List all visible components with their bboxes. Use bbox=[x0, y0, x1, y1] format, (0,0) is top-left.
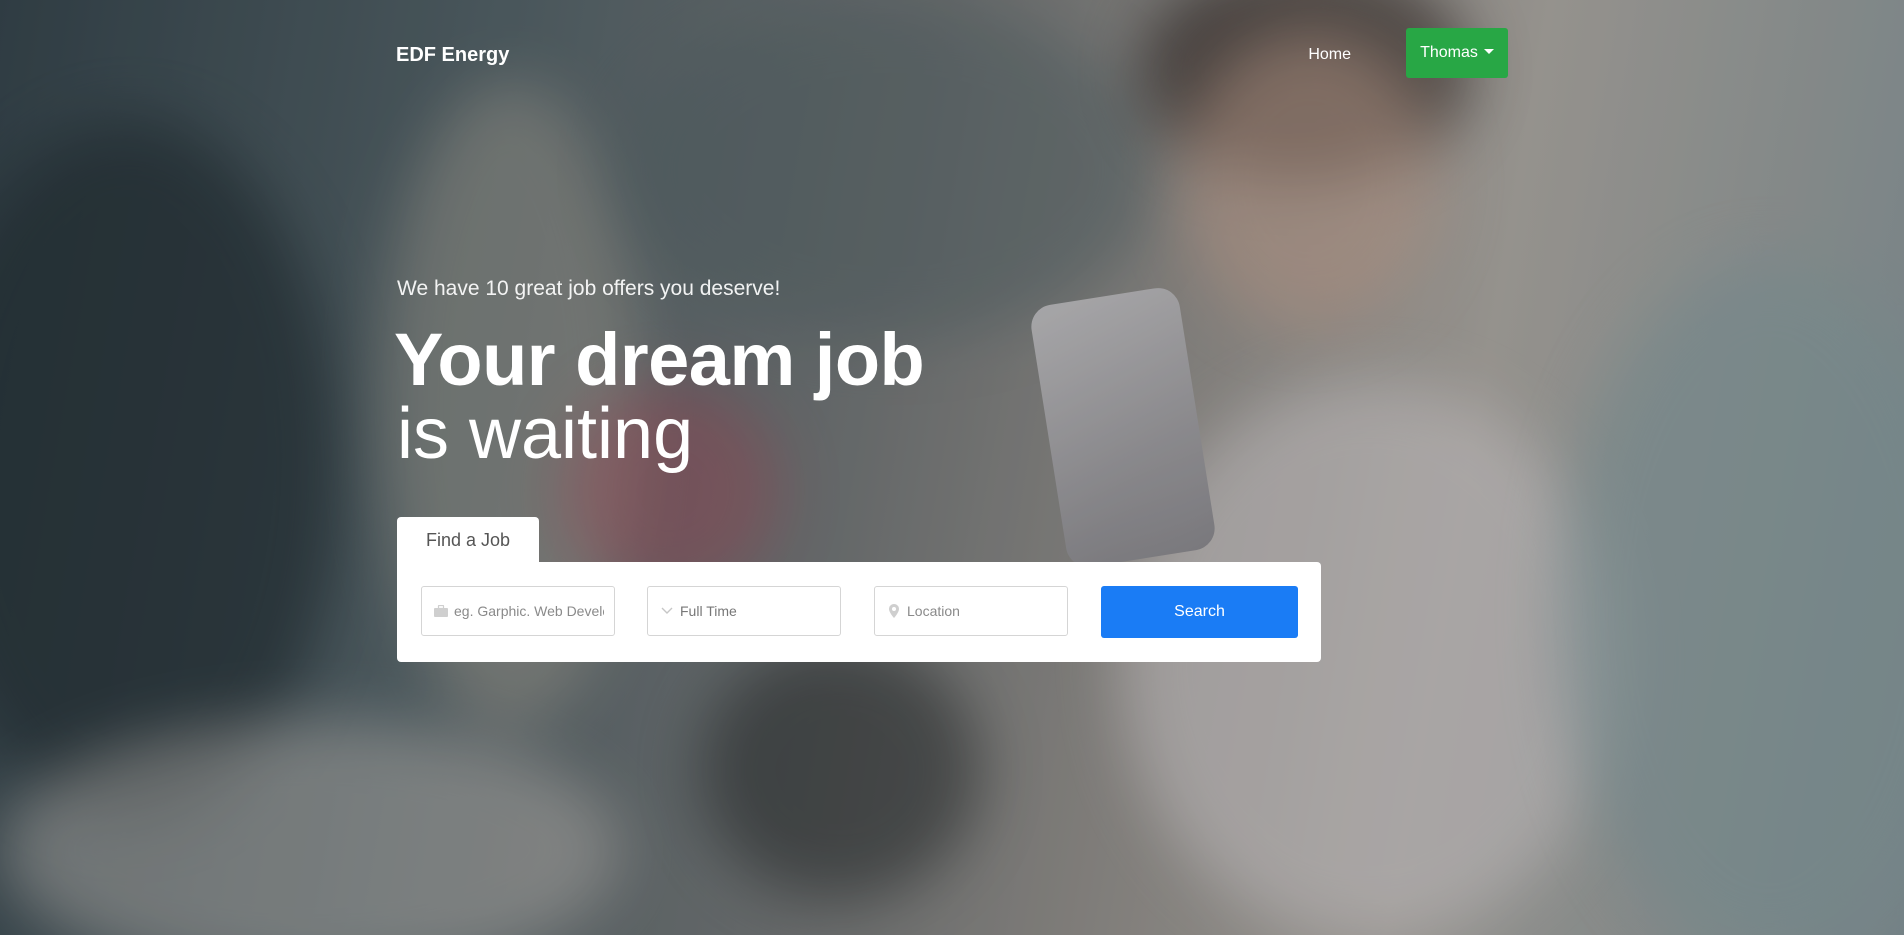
navbar: EDF Energy Home Thomas bbox=[396, 28, 1508, 78]
user-menu-label: Thomas bbox=[1420, 44, 1478, 61]
chevron-down-icon bbox=[658, 607, 676, 615]
keyword-input[interactable] bbox=[454, 603, 604, 619]
brand-logo[interactable]: EDF Energy bbox=[396, 44, 509, 67]
job-search-panel: Full Time Search bbox=[397, 562, 1321, 662]
hero-subheadline: is waiting bbox=[397, 394, 694, 474]
map-pin-icon bbox=[885, 604, 903, 618]
tab-find-a-job[interactable]: Find a Job bbox=[397, 517, 539, 563]
hero-tagline: We have 10 great job offers you deserve! bbox=[397, 277, 781, 300]
nav-link-home[interactable]: Home bbox=[1308, 46, 1351, 64]
hero-headline: Your dream job bbox=[394, 318, 925, 401]
location-field[interactable] bbox=[874, 586, 1068, 636]
job-type-field[interactable]: Full Time bbox=[647, 586, 841, 636]
job-type-select[interactable]: Full Time bbox=[680, 603, 737, 619]
hero-section: EDF Energy Home Thomas We have 10 great … bbox=[0, 0, 1904, 935]
location-input[interactable] bbox=[907, 603, 1057, 619]
user-menu-button[interactable]: Thomas bbox=[1406, 28, 1508, 78]
search-button[interactable]: Search bbox=[1101, 586, 1298, 638]
caret-down-icon bbox=[1483, 48, 1494, 54]
keyword-field[interactable] bbox=[421, 586, 615, 636]
briefcase-icon bbox=[432, 605, 450, 617]
